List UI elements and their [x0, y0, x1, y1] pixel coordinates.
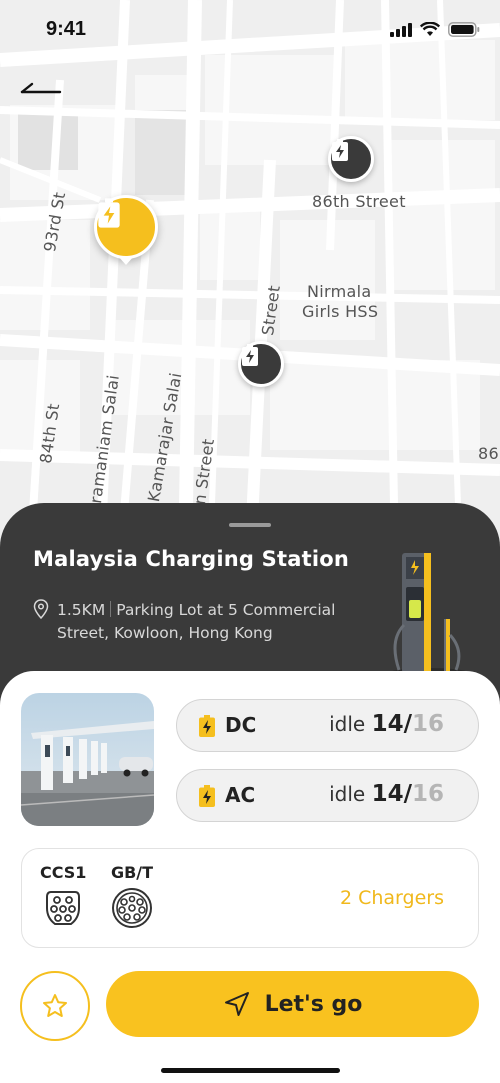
- port-availability: idle 14/16: [329, 781, 444, 807]
- dc-port-status[interactable]: DC idle 14/16: [176, 699, 479, 752]
- connector-name: CCS1: [40, 863, 87, 882]
- status-icons: [390, 22, 480, 37]
- battery-icon: [242, 344, 258, 366]
- ac-battery-icon: [199, 785, 215, 807]
- station-pin[interactable]: [328, 136, 374, 182]
- street-label: 86th Street: [312, 192, 406, 211]
- home-indicator[interactable]: [161, 1068, 340, 1073]
- connector-ccs1: CCS1: [40, 863, 86, 932]
- signal-icon: [390, 22, 412, 37]
- port-availability: idle 14/16: [329, 711, 444, 737]
- status-time: 9:41: [46, 18, 87, 40]
- map-view[interactable]: 86th Street 93rd St Nirmala Girls HSS St…: [0, 0, 500, 560]
- station-photo-image: [21, 693, 154, 826]
- port-type: DC: [225, 713, 257, 737]
- lets-go-label: Let's go: [264, 991, 363, 1017]
- status-bar: 9:41: [0, 0, 500, 60]
- map-roads: [0, 0, 500, 560]
- idle-count: 14/: [371, 711, 412, 737]
- lets-go-button[interactable]: Let's go: [106, 971, 479, 1037]
- street-label: 86: [478, 444, 499, 463]
- battery-icon: [332, 139, 348, 161]
- street-label: Nirmala: [307, 282, 372, 301]
- drag-handle[interactable]: [229, 523, 271, 527]
- chargers-count[interactable]: 2 Chargers: [340, 887, 444, 909]
- port-type: AC: [225, 783, 256, 807]
- divider: [110, 601, 112, 617]
- back-button[interactable]: [18, 78, 64, 106]
- battery-icon: [98, 198, 120, 228]
- location-pin-icon: [33, 599, 49, 619]
- battery-status-icon: [448, 22, 480, 37]
- ccs1-connector-icon: [46, 891, 81, 925]
- selected-station-pin[interactable]: [94, 195, 158, 259]
- station-details-card: DC idle 14/16 AC idle 14/16 CCS1 GB/T 2 …: [0, 671, 500, 1083]
- navigation-arrow-icon: [224, 992, 249, 1016]
- idle-count: 14/: [371, 781, 412, 807]
- arrow-left-icon: [20, 82, 62, 94]
- total-count: 16: [411, 781, 444, 807]
- star-icon: [43, 994, 67, 1017]
- connector-types[interactable]: CCS1 GB/T 2 Chargers: [21, 848, 479, 948]
- gbt-connector-icon: [112, 888, 152, 928]
- street-label: Girls HSS: [302, 302, 379, 321]
- connector-name: GB/T: [110, 863, 154, 882]
- wifi-icon: [420, 22, 440, 36]
- favorite-button[interactable]: [20, 971, 90, 1041]
- connector-gbt: GB/T: [110, 863, 154, 932]
- total-count: 16: [411, 711, 444, 737]
- station-title: Malaysia Charging Station: [33, 547, 350, 571]
- station-photo[interactable]: [21, 693, 154, 826]
- station-distance: 1.5KM: [57, 601, 106, 619]
- dc-battery-icon: [199, 715, 215, 737]
- ac-port-status[interactable]: AC idle 14/16: [176, 769, 479, 822]
- charger-illustration: [389, 553, 469, 678]
- station-pin[interactable]: [238, 341, 284, 387]
